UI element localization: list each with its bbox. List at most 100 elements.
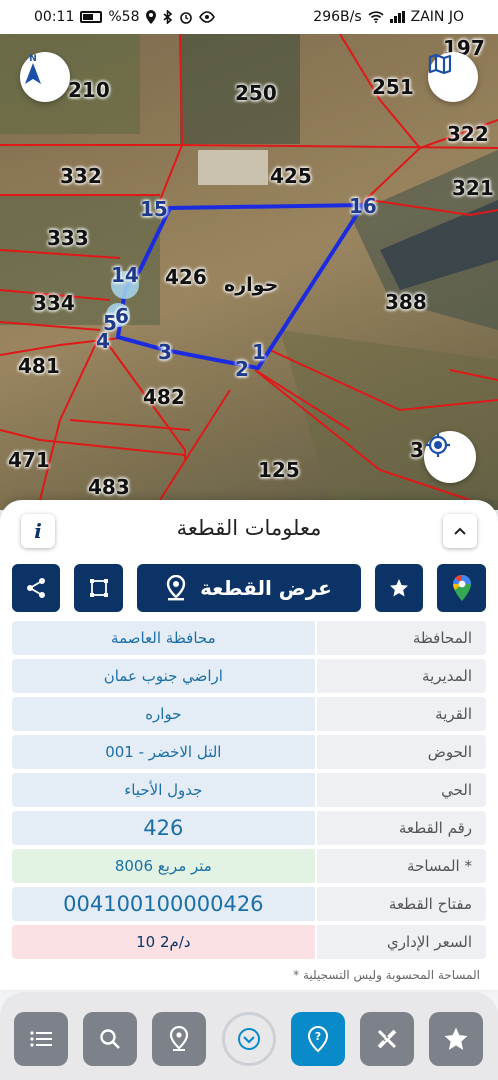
wifi-icon <box>368 11 384 23</box>
vertex-label-2: 2 <box>235 357 249 381</box>
neighborhood-value: جدول الأحياء <box>12 773 315 807</box>
chevron-down-icon <box>238 1028 260 1050</box>
status-time: 00:11 <box>34 9 75 25</box>
attribute-row: جدول الأحياء الحي <box>12 773 486 807</box>
admin-price-value: 10 د/م2 <box>12 925 315 959</box>
chevron-up-icon <box>454 527 466 535</box>
village-label-row: القرية <box>316 697 486 731</box>
parcel-label-322[interactable]: 322 <box>447 122 489 146</box>
my-location-icon <box>426 433 450 457</box>
area-footnote: * المساحة المحسوبة وليس التسجيلية <box>293 968 480 982</box>
map-layers-icon <box>428 53 452 75</box>
parcel-key-label: مفتاح القطعة <box>316 887 486 921</box>
show-parcel-label: عرض القطعة <box>200 576 332 600</box>
parcel-label-481[interactable]: 481 <box>18 354 60 378</box>
parcel-label-332[interactable]: 332 <box>60 164 102 188</box>
vertex-label-16: 16 <box>349 194 377 218</box>
attribute-row: 8006 متر مربع المساحة * <box>12 849 486 883</box>
parcel-label-250[interactable]: 250 <box>235 81 277 105</box>
search-button[interactable] <box>83 1012 137 1066</box>
attribute-row: 426 رقم القطعة <box>12 811 486 845</box>
expand-toggle-button[interactable] <box>222 1012 276 1066</box>
parcel-info-nav-button[interactable]: ? <box>291 1012 345 1066</box>
eye-icon <box>199 11 216 23</box>
parcel-number-value: 426 <box>12 811 315 845</box>
pin-location-button[interactable] <box>152 1012 206 1066</box>
area-value: 8006 متر مربع <box>12 849 315 883</box>
village-label: حواره <box>224 274 279 296</box>
vertex-label-3: 3 <box>158 340 172 364</box>
directorate-label: المديرية <box>316 659 486 693</box>
basin-value: التل الاخضر - 001 <box>12 735 315 769</box>
status-right: 296B/s ZAIN JO <box>313 9 464 25</box>
parcel-label-210[interactable]: 210 <box>68 78 110 102</box>
action-row: عرض القطعة <box>12 564 486 612</box>
parcel-label-388[interactable]: 388 <box>385 290 427 314</box>
parcel-info-panel: i معلومات القطعة عرض القطعة محافظة العاص… <box>0 500 498 990</box>
parcel-key-value: 004100100000426 <box>12 887 315 921</box>
parcel-label-321[interactable]: 321 <box>452 176 494 200</box>
parcel-label-425[interactable]: 425 <box>270 164 312 188</box>
attribute-row: اراضي جنوب عمان المديرية <box>12 659 486 693</box>
carrier-name: ZAIN JO <box>410 9 464 25</box>
signal-icon <box>389 11 405 23</box>
favorites-nav-button[interactable] <box>429 1012 483 1066</box>
draw-shape-button[interactable] <box>74 564 123 612</box>
parcel-label-471[interactable]: 471 <box>8 448 50 472</box>
bottom-nav-bar: ? <box>0 992 498 1080</box>
bluetooth-icon <box>163 10 173 24</box>
parcel-map[interactable]: 197 210 250 251 322 332 425 321 333 426 … <box>0 34 498 510</box>
favorite-button[interactable] <box>375 564 423 612</box>
parcel-label-426[interactable]: 426 <box>165 265 207 289</box>
polygon-shape-icon <box>89 579 108 597</box>
vertex-label-4: 4 <box>96 329 110 353</box>
admin-price-label: السعر الإداري <box>316 925 486 959</box>
my-location-button[interactable] <box>424 431 476 483</box>
svg-text:?: ? <box>315 1030 321 1043</box>
north-compass-icon: N <box>25 54 41 84</box>
parcel-number-label: رقم القطعة <box>316 811 486 845</box>
google-maps-icon <box>452 574 471 601</box>
pin-question-icon: ? <box>307 1026 329 1052</box>
parcel-label-333[interactable]: 333 <box>47 226 89 250</box>
alarm-icon <box>180 12 193 24</box>
map-layers-button[interactable] <box>428 52 478 102</box>
governorate-value: محافظة العاصمة <box>12 621 315 655</box>
directorate-value: اراضي جنوب عمان <box>12 659 315 693</box>
area-label: المساحة * <box>316 849 486 883</box>
governorate-label: المحافظة <box>316 621 486 655</box>
location-status-icon <box>146 10 157 24</box>
collapse-button[interactable] <box>443 514 477 548</box>
attribute-row: حواره القرية <box>12 697 486 731</box>
parcel-label-483[interactable]: 483 <box>88 475 130 499</box>
vertex-label-1: 1 <box>252 340 266 364</box>
location-pin-icon <box>166 575 186 601</box>
vertex-label-6: 6 <box>115 304 129 328</box>
share-button[interactable] <box>12 564 60 612</box>
neighborhood-label: الحي <box>316 773 486 807</box>
parcel-label-334[interactable]: 334 <box>33 291 75 315</box>
ruler-pencil-icon <box>377 1029 397 1049</box>
star-icon <box>390 579 408 597</box>
vertex-label-14: 14 <box>111 263 139 287</box>
network-speed: 296B/s <box>313 9 362 25</box>
status-left: 00:11 %58 <box>34 9 216 25</box>
parcel-label-482[interactable]: 482 <box>143 385 185 409</box>
vertex-label-15: 15 <box>140 197 168 221</box>
panel-header: i معلومات القطعة <box>0 514 498 550</box>
parcel-label-125[interactable]: 125 <box>258 458 300 482</box>
parcel-label-3[interactable]: 3 <box>410 438 424 462</box>
basin-label: الحوض <box>316 735 486 769</box>
parcel-attributes-table: محافظة العاصمة المحافظة اراضي جنوب عمان … <box>12 621 486 963</box>
map-pin-icon <box>169 1026 189 1051</box>
show-parcel-button[interactable]: عرض القطعة <box>137 564 361 612</box>
village-value: حواره <box>12 697 315 731</box>
status-bar: 00:11 %58 296B/s ZAIN JO <box>0 0 498 34</box>
north-compass-button[interactable]: N <box>20 52 70 102</box>
parcel-label-251[interactable]: 251 <box>372 75 414 99</box>
measure-tools-button[interactable] <box>360 1012 414 1066</box>
menu-list-button[interactable] <box>14 1012 68 1066</box>
star-icon <box>444 1027 468 1050</box>
google-maps-button[interactable] <box>437 564 486 612</box>
attribute-row: 10 د/م2 السعر الإداري <box>12 925 486 959</box>
